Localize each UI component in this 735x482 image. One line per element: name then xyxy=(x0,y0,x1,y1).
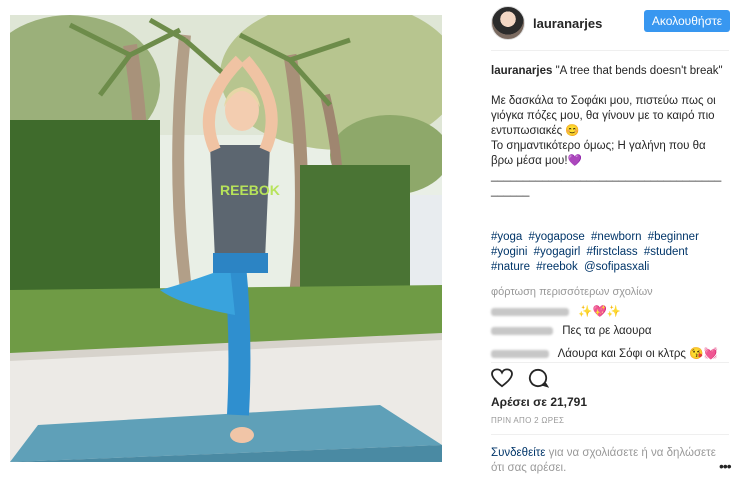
follow-button[interactable]: Ακολουθήστε xyxy=(644,10,730,32)
mention-sofipasxali[interactable]: @sofipasxali xyxy=(584,261,649,273)
load-more-comments[interactable]: φόρτωση περισσότερων σχολίων xyxy=(491,286,653,298)
comment-text: Λάουρα και Σόφι οι κλτρς 😘💓 xyxy=(557,348,718,360)
hashtag-beginner[interactable]: #beginner xyxy=(648,231,699,243)
login-prompt: Συνδεθείτε για να σχολιάσετε ή να δηλώσε… xyxy=(491,446,721,476)
hashtag-yogini[interactable]: #yogini xyxy=(491,246,527,258)
comment-icon[interactable] xyxy=(527,368,550,388)
hashtag-yogapose[interactable]: #yogapose xyxy=(529,231,585,243)
hashtag-list: #yoga #yogapose #newborn #beginner #yogi… xyxy=(491,230,727,275)
caption-title: "A tree that bends doesn't break" xyxy=(555,65,723,77)
post-photo[interactable]: REEBOK xyxy=(10,15,442,462)
caption-line-2: Το σημαντικότερο όμως; Η γαλήνη που θα β… xyxy=(491,140,706,167)
hashtag-yoga[interactable]: #yoga xyxy=(491,231,522,243)
caption-line-1: Με δασκάλα το Σοφάκι μου, πιστεύω πως οι… xyxy=(491,95,716,137)
hashtag-newborn[interactable]: #newborn xyxy=(591,231,642,243)
caption-separator: ________________________________________… xyxy=(491,170,722,197)
likes-count[interactable]: Αρέσει σε 21,791 xyxy=(491,395,587,409)
hashtag-reebok[interactable]: #reebok xyxy=(536,261,578,273)
comment-text: ✨💖✨ xyxy=(578,306,622,318)
avatar[interactable] xyxy=(491,6,525,40)
header-divider xyxy=(491,50,729,51)
comment-item: Λάουρα και Σόφι οι κλτρς 😘💓 xyxy=(491,346,718,360)
hashtag-nature[interactable]: #nature xyxy=(491,261,530,273)
comment-text: Πες τα ρε λαουρα xyxy=(562,325,652,337)
post-timestamp: ΠΡΙΝ ΑΠΟ 2 ΩΡΕΣ xyxy=(491,416,565,425)
instagram-post: REEBOK lauranarjes Ακολουθήστε lauranarj… xyxy=(0,0,735,482)
username-link[interactable]: lauranarjes xyxy=(533,16,602,31)
hashtag-student[interactable]: #student xyxy=(644,246,688,258)
post-sidebar: lauranarjes Ακολουθήστε lauranarjes "A t… xyxy=(479,0,735,482)
heart-icon[interactable] xyxy=(491,368,513,388)
redacted-username xyxy=(491,349,549,358)
yoga-pose-photo: REEBOK xyxy=(10,15,442,462)
hashtag-yogagirl[interactable]: #yogagirl xyxy=(534,246,581,258)
redacted-username xyxy=(491,307,569,316)
post-header: lauranarjes Ακολουθήστε xyxy=(479,0,735,46)
post-caption: lauranarjes "A tree that bends doesn't b… xyxy=(491,64,727,199)
redacted-username xyxy=(491,326,553,335)
login-link[interactable]: Συνδεθείτε xyxy=(491,447,545,459)
comments-divider xyxy=(491,362,729,363)
svg-text:REEBOK: REEBOK xyxy=(220,182,280,198)
footer-divider xyxy=(491,434,729,435)
more-options-icon[interactable]: ••• xyxy=(719,458,732,474)
hashtag-firstclass[interactable]: #firstclass xyxy=(587,246,638,258)
comment-item: ✨💖✨ xyxy=(491,304,621,318)
comment-item: Πες τα ρε λαουρα xyxy=(491,325,652,337)
action-bar xyxy=(491,368,550,393)
caption-username[interactable]: lauranarjes xyxy=(491,65,552,77)
